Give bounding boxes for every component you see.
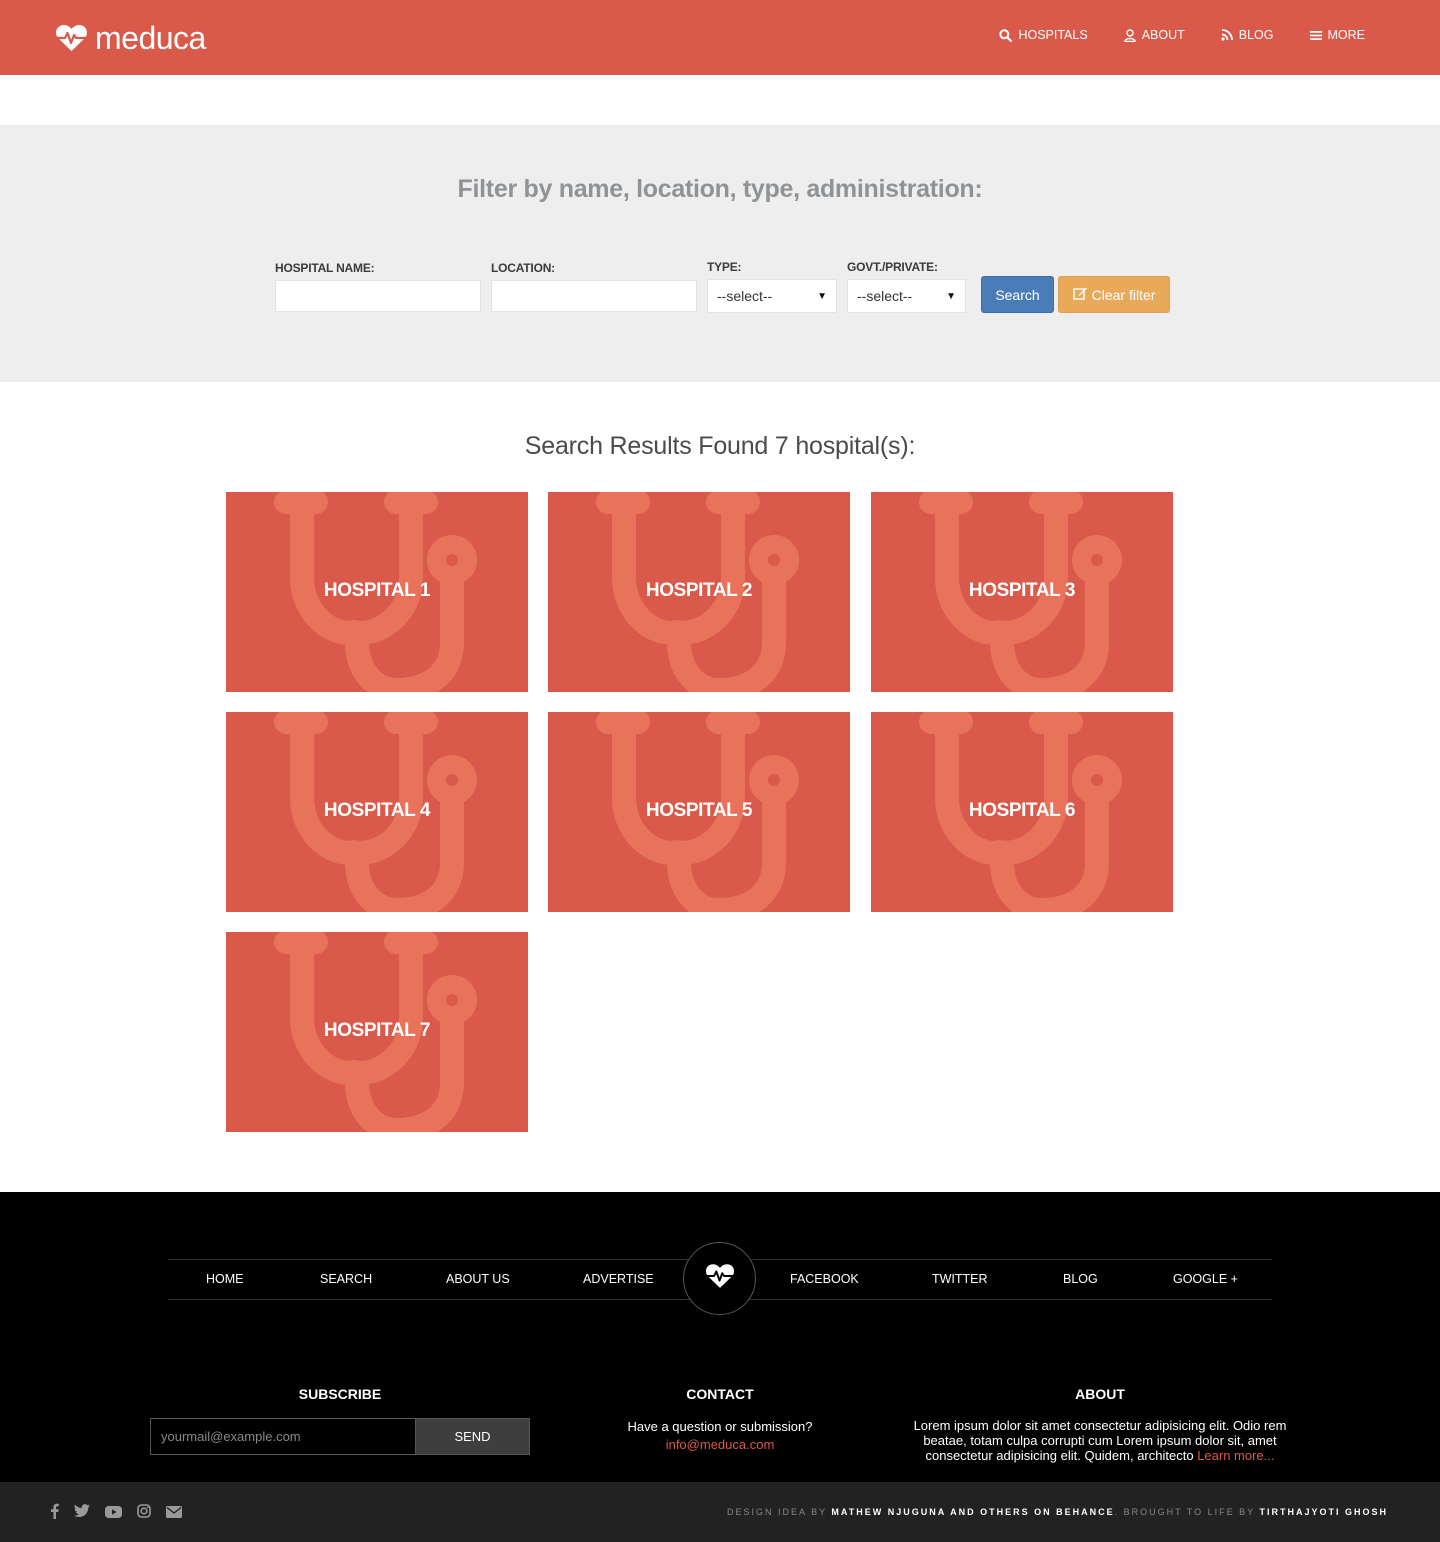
facebook-icon[interactable]: [50, 1503, 59, 1524]
footer: HOME SEARCH ABOUT US ADVERTISE FACEBOOK …: [0, 1192, 1440, 1482]
search-icon: [999, 28, 1018, 42]
location-label: LOCATION:: [491, 261, 555, 275]
heartbeat-icon: [705, 1263, 735, 1294]
hospital-card[interactable]: HOSPITAL 5: [548, 712, 850, 912]
twitter-icon[interactable]: [74, 1504, 90, 1523]
location-group: LOCATION:: [491, 261, 697, 312]
subscribe-email-input[interactable]: yourmail@example.com: [150, 1418, 416, 1455]
hospital-card[interactable]: HOSPITAL 3: [871, 492, 1173, 692]
credits-prefix: DESIGN IDEA BY: [727, 1507, 827, 1517]
filter-title: Filter by name, location, type, administ…: [457, 175, 983, 203]
type-select[interactable]: --select-- ▼: [707, 279, 837, 313]
admin-selected-value: --select--: [857, 288, 913, 304]
menu-icon: [1309, 30, 1328, 41]
nav-hospitals[interactable]: HOSPITALS: [999, 28, 1088, 42]
bottom-bar: DESIGN IDEA BY MATHEW NJUGUNA AND OTHERS…: [0, 1482, 1440, 1542]
chevron-down-icon: ▼: [946, 290, 956, 302]
hospital-name-input[interactable]: [275, 280, 481, 312]
hospital-card-title: HOSPITAL 6: [968, 800, 1076, 821]
envelope-icon[interactable]: [166, 1505, 182, 1523]
nav-label: ABOUT: [1141, 28, 1185, 42]
brand-name: meduca: [95, 20, 206, 56]
nav-more[interactable]: MORE: [1309, 28, 1366, 42]
brand-logo[interactable]: meduca: [55, 22, 206, 54]
type-label: TYPE:: [707, 260, 742, 274]
subscribe-title: SUBSCRIBE: [298, 1386, 382, 1402]
about-text: Lorem ipsum dolor sit amet consectetur a…: [905, 1418, 1295, 1463]
credits: DESIGN IDEA BY MATHEW NJUGUNA AND OTHERS…: [727, 1507, 1388, 1517]
contact-text: Have a question or submission? info@medu…: [560, 1418, 880, 1454]
footer-link-search[interactable]: SEARCH: [320, 1272, 372, 1286]
footer-link-facebook[interactable]: FACEBOOK: [790, 1272, 859, 1286]
hospital-name-group: HOSPITAL NAME:: [275, 261, 481, 312]
footer-link-advertise[interactable]: ADVERTISE: [583, 1272, 654, 1286]
top-navbar: meduca HOSPITALS ABOUT BLOG MORE: [0, 0, 1440, 75]
credits-author-design[interactable]: MATHEW NJUGUNA AND OTHERS ON BEHANCE: [831, 1507, 1114, 1517]
footer-logo-circle[interactable]: [683, 1242, 756, 1315]
hospital-card-title: HOSPITAL 5: [645, 800, 753, 821]
footer-link-blog[interactable]: BLOG: [1063, 1272, 1098, 1286]
type-selected-value: --select--: [717, 288, 773, 304]
footer-link-twitter[interactable]: TWITTER: [932, 1272, 988, 1286]
admin-group: GOVT./PRIVATE: --select-- ▼: [847, 260, 966, 313]
nav-blog[interactable]: BLOG: [1221, 28, 1274, 42]
hospital-card[interactable]: HOSPITAL 7: [226, 932, 528, 1132]
hospital-card[interactable]: HOSPITAL 2: [548, 492, 850, 692]
hospital-card[interactable]: HOSPITAL 6: [871, 712, 1173, 912]
heartbeat-icon: [55, 24, 88, 52]
search-button[interactable]: Search: [981, 276, 1054, 313]
clear-filter-button[interactable]: Clear filter: [1058, 276, 1170, 313]
hospital-card[interactable]: HOSPITAL 4: [226, 712, 528, 912]
nav-label: BLOG: [1238, 28, 1274, 42]
nav-label: MORE: [1327, 28, 1366, 42]
hospital-name-label: HOSPITAL NAME:: [275, 261, 375, 275]
credits-middle: . BROUGHT TO LIFE BY: [1114, 1507, 1255, 1517]
social-icons: [50, 1503, 182, 1524]
youtube-icon[interactable]: [105, 1505, 122, 1523]
admin-select[interactable]: --select-- ▼: [847, 279, 966, 313]
hospital-card-title: HOSPITAL 2: [645, 580, 753, 601]
contact-email-link[interactable]: info@meduca.com: [560, 1436, 880, 1454]
hospital-card[interactable]: HOSPITAL 1: [226, 492, 528, 692]
nav-label: HOSPITALS: [1018, 28, 1088, 42]
location-input[interactable]: [491, 280, 697, 312]
nav-about[interactable]: ABOUT: [1123, 28, 1185, 42]
footer-link-google-plus[interactable]: GOOGLE +: [1173, 1272, 1238, 1286]
results-title: Search Results Found 7 hospital(s):: [524, 432, 916, 460]
contact-question: Have a question or submission?: [627, 1419, 813, 1434]
admin-label: GOVT./PRIVATE:: [847, 260, 938, 274]
subscribe-send-button[interactable]: SEND: [415, 1418, 530, 1455]
chevron-down-icon: ▼: [817, 290, 827, 302]
user-icon: [1123, 28, 1142, 42]
filter-section: Filter by name, location, type, administ…: [0, 125, 1440, 382]
hospital-card-title: HOSPITAL 1: [323, 580, 431, 601]
hospital-card-title: HOSPITAL 3: [968, 580, 1076, 601]
clear-filter-label: Clear filter: [1091, 286, 1156, 303]
footer-link-home[interactable]: HOME: [206, 1272, 244, 1286]
rss-icon: [1221, 29, 1239, 41]
about-title: ABOUT: [1075, 1386, 1125, 1402]
contact-title: CONTACT: [686, 1386, 754, 1402]
main-nav: HOSPITALS ABOUT BLOG MORE: [999, 28, 1365, 42]
hospital-card-title: HOSPITAL 7: [323, 1020, 431, 1041]
footer-link-about-us[interactable]: ABOUT US: [446, 1272, 510, 1286]
instagram-icon[interactable]: [137, 1504, 151, 1523]
edit-icon: [1072, 286, 1092, 303]
hospital-card-title: HOSPITAL 4: [323, 800, 431, 821]
credits-author-dev[interactable]: TIRTHAJYOTI GHOSH: [1259, 1507, 1388, 1517]
learn-more-link[interactable]: Learn more...: [1197, 1448, 1274, 1463]
type-group: TYPE: --select-- ▼: [707, 260, 837, 313]
